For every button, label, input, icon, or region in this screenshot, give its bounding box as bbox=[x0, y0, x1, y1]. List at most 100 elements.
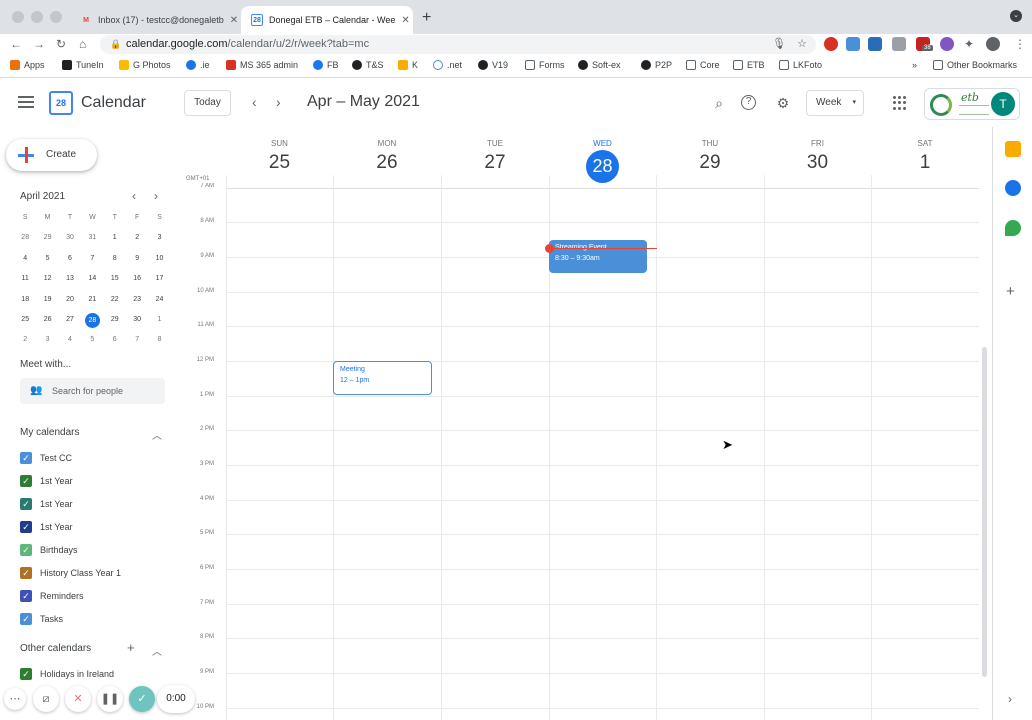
bookmark-folder[interactable]: ETB bbox=[733, 60, 765, 70]
mini-day[interactable]: 3 bbox=[36, 333, 58, 353]
mini-day[interactable]: 5 bbox=[81, 333, 103, 353]
mini-day[interactable]: 2 bbox=[126, 231, 148, 251]
bookmark-item[interactable]: G Photos bbox=[119, 60, 171, 70]
mini-day[interactable]: 27 bbox=[59, 313, 81, 333]
bookmark-star-icon[interactable]: ☆ bbox=[797, 35, 807, 54]
bookmark-item[interactable]: Soft-ex bbox=[578, 60, 621, 70]
discard-icon[interactable]: ✕ bbox=[65, 686, 91, 712]
mini-day[interactable]: 26 bbox=[36, 313, 58, 333]
search-icon[interactable]: ⌕ bbox=[711, 95, 727, 111]
finish-recording-icon[interactable]: ✓ bbox=[129, 686, 155, 712]
bookmark-item[interactable]: T&S bbox=[352, 60, 384, 70]
bookmark-item[interactable]: MS 365 admin bbox=[226, 60, 298, 70]
tab-search-icon[interactable]: ⌄ bbox=[1010, 10, 1022, 22]
mini-day[interactable]: 17 bbox=[148, 272, 170, 292]
mini-day[interactable]: 21 bbox=[81, 293, 103, 313]
bookmarks-overflow[interactable]: » bbox=[912, 60, 917, 70]
mini-day[interactable]: 5 bbox=[36, 252, 58, 272]
profile-icon[interactable] bbox=[986, 37, 1000, 51]
browser-menu-icon[interactable]: ⋮ bbox=[1014, 37, 1026, 51]
bookmark-item[interactable]: .ie bbox=[186, 60, 210, 70]
forward-icon[interactable]: → bbox=[33, 37, 45, 51]
event-streaming[interactable]: Streaming Event 8:30 – 9:30am bbox=[549, 240, 647, 273]
mini-day[interactable]: 15 bbox=[104, 272, 126, 292]
my-calendars-title[interactable]: My calendars bbox=[20, 427, 79, 438]
bookmark-item[interactable]: P2P bbox=[641, 60, 672, 70]
mini-day[interactable]: 31 bbox=[81, 231, 103, 251]
day-number[interactable]: 30 bbox=[764, 152, 871, 174]
new-tab-button[interactable]: + bbox=[422, 9, 431, 27]
day-number[interactable]: 26 bbox=[333, 152, 441, 174]
camera-off-icon[interactable]: ⧄ bbox=[33, 686, 59, 712]
calendar-item[interactable]: ✓ History Class Year 1 bbox=[20, 567, 121, 579]
mini-day[interactable]: 3 bbox=[148, 231, 170, 251]
mini-day[interactable]: 18 bbox=[14, 293, 36, 313]
mini-day[interactable]: 22 bbox=[104, 293, 126, 313]
mini-day[interactable]: 1 bbox=[148, 313, 170, 333]
other-calendars-title[interactable]: Other calendars bbox=[20, 643, 91, 654]
mini-day[interactable]: 1 bbox=[104, 231, 126, 251]
keep-icon[interactable] bbox=[1005, 141, 1021, 157]
extension-icon[interactable] bbox=[868, 37, 882, 51]
bookmark-folder[interactable]: LKFoto bbox=[779, 60, 822, 70]
tasks-icon[interactable] bbox=[1005, 180, 1021, 196]
checkbox-checked-icon[interactable]: ✓ bbox=[20, 452, 32, 464]
mini-day[interactable]: 25 bbox=[14, 313, 36, 333]
mini-day[interactable]: 8 bbox=[148, 333, 170, 353]
bookmark-item[interactable]: FB bbox=[313, 60, 339, 70]
checkbox-checked-icon[interactable]: ✓ bbox=[20, 590, 32, 602]
checkbox-checked-icon[interactable]: ✓ bbox=[20, 567, 32, 579]
chevron-right-icon[interactable]: › bbox=[1008, 692, 1012, 706]
help-icon[interactable]: ? bbox=[741, 95, 756, 110]
day-number[interactable]: 27 bbox=[441, 152, 549, 174]
mini-day[interactable]: 8 bbox=[104, 252, 126, 272]
mini-day[interactable]: 13 bbox=[59, 272, 81, 292]
checkbox-checked-icon[interactable]: ✓ bbox=[20, 521, 32, 533]
previous-week-icon[interactable]: ‹ bbox=[252, 94, 257, 110]
checkbox-checked-icon[interactable]: ✓ bbox=[20, 613, 32, 625]
create-button[interactable]: Create bbox=[6, 139, 97, 171]
checkbox-checked-icon[interactable]: ✓ bbox=[20, 544, 32, 556]
bookmark-item[interactable]: TuneIn bbox=[62, 60, 104, 70]
chevron-up-icon[interactable]: ︿ bbox=[152, 643, 162, 658]
extension-icon[interactable] bbox=[892, 37, 906, 51]
day-header-today[interactable]: WED 28 bbox=[549, 127, 656, 189]
day-header[interactable]: SAT 1 bbox=[871, 127, 979, 189]
mini-day[interactable]: 7 bbox=[81, 252, 103, 272]
extensions-puzzle-icon[interactable]: ✦ bbox=[964, 37, 974, 51]
day-header[interactable]: SUN 25 bbox=[226, 127, 333, 189]
mini-day[interactable]: 12 bbox=[36, 272, 58, 292]
mini-day[interactable]: 24 bbox=[148, 293, 170, 313]
calendar-item[interactable]: ✓ 1st Year bbox=[20, 521, 73, 533]
day-number[interactable]: 29 bbox=[656, 152, 764, 174]
bookmark-folder[interactable]: Forms bbox=[525, 60, 565, 70]
add-addon-icon[interactable]: + bbox=[1006, 283, 1015, 300]
maps-icon[interactable] bbox=[1005, 220, 1021, 236]
bookmark-item[interactable]: V19 bbox=[478, 60, 508, 70]
day-number[interactable]: 25 bbox=[226, 152, 333, 174]
extension-icon[interactable] bbox=[846, 37, 860, 51]
mini-day[interactable]: 10 bbox=[148, 252, 170, 272]
mini-day[interactable]: 9 bbox=[126, 252, 148, 272]
view-selector[interactable]: Week ▾ bbox=[806, 90, 864, 116]
mini-day[interactable]: 6 bbox=[59, 252, 81, 272]
chevron-up-icon[interactable]: ︿ bbox=[152, 427, 162, 442]
mini-day[interactable]: 4 bbox=[14, 252, 36, 272]
day-header[interactable]: MON 26 bbox=[333, 127, 441, 189]
window-close-control[interactable] bbox=[12, 11, 24, 23]
day-header[interactable]: THU 29 bbox=[656, 127, 764, 189]
checkbox-checked-icon[interactable]: ✓ bbox=[20, 498, 32, 510]
calendar-item[interactable]: ✓ Test CC bbox=[20, 452, 72, 464]
mini-day[interactable]: 30 bbox=[126, 313, 148, 333]
avatar[interactable]: T bbox=[991, 92, 1015, 116]
mini-day-selected[interactable]: 28 bbox=[81, 312, 103, 333]
browser-tab-calendar[interactable]: 28 Donegal ETB – Calendar - Wee ✕ bbox=[241, 6, 413, 34]
mini-day[interactable]: 11 bbox=[14, 272, 36, 292]
calendar-item[interactable]: ✓ Tasks bbox=[20, 613, 63, 625]
checkbox-checked-icon[interactable]: ✓ bbox=[20, 668, 32, 680]
main-menu-icon[interactable] bbox=[18, 96, 34, 108]
day-header[interactable]: TUE 27 bbox=[441, 127, 549, 189]
mini-day[interactable]: 30 bbox=[59, 231, 81, 251]
mini-next-month-icon[interactable]: › bbox=[154, 189, 158, 203]
window-zoom-control[interactable] bbox=[50, 11, 62, 23]
